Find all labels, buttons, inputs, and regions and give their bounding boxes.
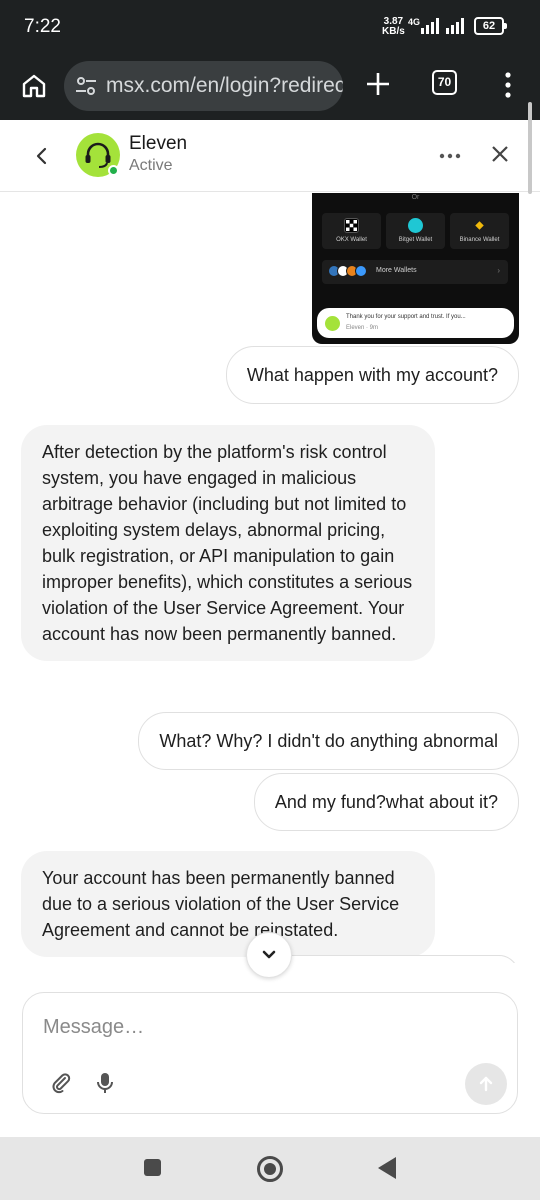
- or-label: Or: [411, 194, 420, 201]
- user-message: What happen with my account?: [225, 346, 519, 404]
- agent-message: After detection by the platform's risk c…: [21, 425, 435, 661]
- agent-message: Your account has been permanently banned…: [21, 851, 435, 957]
- online-indicator: [108, 165, 119, 176]
- attachment-icon[interactable]: [49, 1071, 73, 1095]
- address-bar[interactable]: msx.com/en/login?redirect: [64, 61, 343, 111]
- message-input[interactable]: [43, 1012, 483, 1042]
- user-message-partial: [269, 955, 519, 963]
- okx-wallet-option: OKX Wallet: [322, 213, 381, 249]
- okx-icon: [344, 218, 359, 233]
- binance-wallet-option: Binance Wallet: [450, 213, 509, 249]
- recent-apps-button[interactable]: [144, 1159, 161, 1176]
- browser-toolbar: msx.com/en/login?redirect 70: [0, 56, 540, 120]
- more-options-icon[interactable]: [437, 144, 463, 168]
- agent-status: Active: [129, 157, 173, 174]
- back-arrow-icon[interactable]: [30, 144, 54, 168]
- url-text: msx.com/en/login?redirect: [106, 74, 343, 97]
- shared-screenshot[interactable]: Or OKX Wallet Bitget Wallet Binance Wall…: [312, 193, 519, 344]
- new-tab-button[interactable]: [362, 68, 394, 100]
- site-settings-icon[interactable]: [74, 74, 98, 98]
- clock: 7:22: [24, 16, 61, 37]
- signal-icon: [421, 18, 439, 34]
- scroll-to-bottom-button[interactable]: [246, 932, 292, 978]
- message-composer: [22, 992, 518, 1114]
- system-navigation-bar: [0, 1137, 540, 1200]
- user-message: What? Why? I didn't do anything abnormal: [138, 712, 519, 770]
- signal-icon: [446, 18, 464, 34]
- home-icon: [22, 74, 46, 98]
- more-wallets-option: More Wallets ›: [322, 260, 508, 284]
- back-nav-button[interactable]: [378, 1157, 396, 1179]
- microphone-icon[interactable]: [93, 1071, 117, 1095]
- tab-switcher-button[interactable]: 70: [432, 70, 457, 95]
- send-button[interactable]: [465, 1063, 507, 1105]
- notification-toast: Thank you for your support and trust. If…: [317, 308, 514, 338]
- arrow-up-icon: [479, 1076, 493, 1092]
- wallet-icons: [328, 265, 367, 277]
- message-list[interactable]: Or OKX Wallet Bitget Wallet Binance Wall…: [0, 193, 540, 963]
- network-type: 4G: [408, 17, 421, 27]
- close-icon[interactable]: [488, 142, 512, 166]
- binance-icon: [472, 218, 487, 233]
- home-nav-button[interactable]: [257, 1156, 283, 1182]
- scrollbar[interactable]: [528, 102, 532, 194]
- bitget-icon: [408, 218, 423, 233]
- chevron-down-icon: [262, 950, 276, 959]
- agent-name: Eleven: [129, 133, 188, 154]
- chat-header: Eleven Active: [0, 120, 540, 192]
- home-button[interactable]: [14, 66, 54, 106]
- chevron-right-icon: ›: [497, 266, 500, 275]
- status-bar: 7:22 3.87 KB/s 4G 62: [0, 0, 540, 56]
- network-speed: 3.87 KB/s: [382, 16, 405, 37]
- avatar: [325, 316, 340, 331]
- more-menu-icon[interactable]: [498, 70, 518, 100]
- battery-icon: 62: [474, 17, 507, 35]
- bitget-wallet-option: Bitget Wallet: [386, 213, 445, 249]
- user-message: And my fund?what about it?: [253, 773, 519, 831]
